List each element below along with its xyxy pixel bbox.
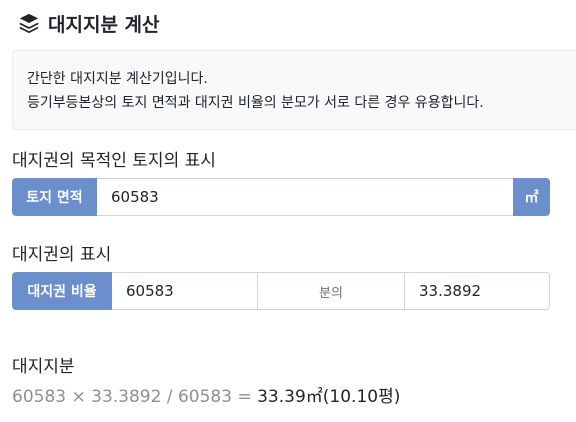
info-box: 간단한 대지지분 계산기입니다. 등기부등본상의 토지 면적과 대지권 비율의 … (12, 50, 576, 130)
page-title: 대지지분 계산 (48, 13, 160, 36)
info-line-2: 등기부등본상의 토지 면적과 대지권 비율의 분모가 서로 다른 경우 유용합니… (27, 95, 484, 111)
ratio-label: 대지권 비율 (12, 272, 112, 310)
land-area-input[interactable] (97, 178, 513, 216)
land-area-group: 토지 면적 ㎡ (12, 178, 550, 216)
result-formula: 60583 × 33.3892 / 60583 = 33.39㎡(10.10평) (12, 382, 400, 407)
between-label: 분의 (258, 272, 404, 310)
layers-icon (19, 13, 39, 34)
formula-answer: 33.39㎡(10.10평) (257, 387, 401, 407)
ratio-numerator-input[interactable] (404, 272, 550, 310)
result-title: 대지지분 (12, 357, 75, 377)
ratio-denominator-input[interactable] (112, 272, 258, 310)
page-header: 대지지분 계산 (18, 10, 160, 36)
ratio-group: 대지권 비율 분의 (12, 272, 550, 310)
land-area-label: 토지 면적 (12, 178, 97, 216)
formula-expression: 60583 × 33.3892 / 60583 = (12, 387, 258, 407)
land-section-title: 대지권의 목적인 토지의 표시 (12, 151, 216, 171)
info-line-1: 간단한 대지지분 계산기입니다. (27, 71, 208, 87)
ratio-section-title: 대지권의 표시 (12, 245, 112, 265)
unit-label: ㎡ (513, 178, 550, 216)
